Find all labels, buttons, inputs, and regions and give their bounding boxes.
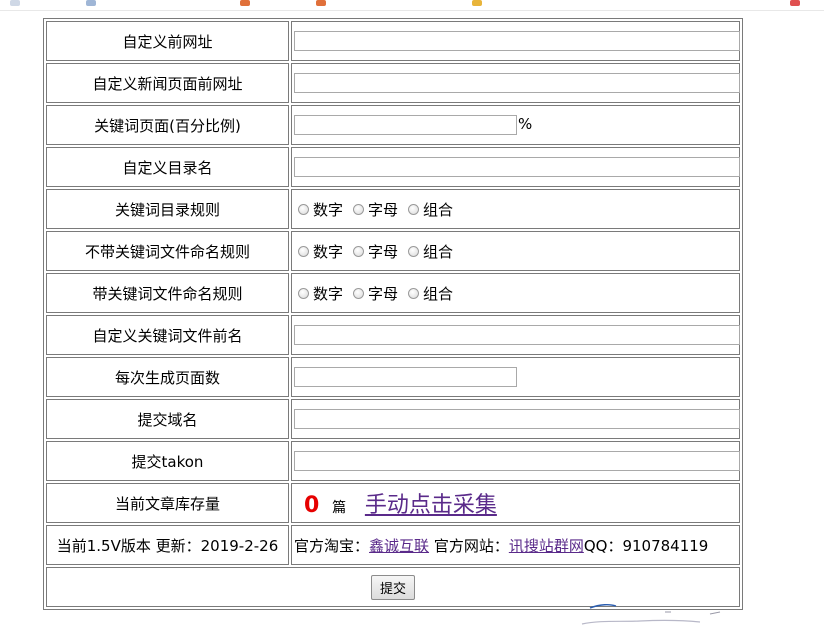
article-unit: 篇 xyxy=(332,500,347,516)
official-links: 官方淘宝：鑫诚互联 官方网站：讯搜站群网QQ：910784119 xyxy=(291,525,740,565)
radio-option[interactable]: 组合 xyxy=(408,283,453,304)
stock-row: 当前文章库存量 0 篇 手动点击采集 xyxy=(46,483,740,523)
field-label: 提交takon xyxy=(46,441,289,481)
browser-bookmark-bar xyxy=(0,0,824,11)
site-label: 官方网站： xyxy=(433,536,509,555)
qq-text: QQ：910784119 xyxy=(583,536,709,555)
radio-label: 字母 xyxy=(368,284,399,303)
field-label: 关键词目录规则 xyxy=(46,189,289,229)
radio-option[interactable]: 数字 xyxy=(298,199,343,220)
field-label: 提交域名 xyxy=(46,399,289,439)
field-label: 关键词页面(百分比例) xyxy=(46,105,289,145)
field-label: 自定义目录名 xyxy=(46,147,289,187)
radio-option[interactable]: 字母 xyxy=(353,199,398,220)
form-row: 自定义关键词文件前名 xyxy=(46,315,740,355)
bookmark-icon[interactable] xyxy=(472,0,482,6)
radio-label: 数字 xyxy=(313,284,344,303)
form-row: 关键词目录规则 数字 字母 组合 xyxy=(46,189,740,229)
form-row: 自定义目录名 xyxy=(46,147,740,187)
radio-button[interactable] xyxy=(353,245,365,257)
form-row: 每次生成页面数 xyxy=(46,357,740,397)
radio-button[interactable] xyxy=(298,287,309,299)
field-label: 不带关键词文件命名规则 xyxy=(46,231,289,271)
article-count: 0 xyxy=(304,493,320,518)
radio-label: 字母 xyxy=(368,200,399,219)
form-row: 提交takon xyxy=(46,441,740,481)
radio-button[interactable] xyxy=(353,203,365,215)
radio-option[interactable]: 组合 xyxy=(408,241,453,262)
bookmark-icon[interactable] xyxy=(240,0,250,6)
radio-label: 字母 xyxy=(368,242,399,261)
updated-text: 更新：2019-2-26 xyxy=(155,536,279,555)
radio-option[interactable]: 数字 xyxy=(298,283,343,304)
info-row: 当前1.5V版本 更新：2019-2-26 官方淘宝：鑫诚互联 官方网站：讯搜站… xyxy=(46,525,740,565)
form-row: 自定义前网址 xyxy=(46,21,740,61)
radio-button[interactable] xyxy=(408,203,420,215)
radio-option[interactable]: 字母 xyxy=(353,241,398,262)
text-input[interactable] xyxy=(294,157,740,177)
radio-option[interactable]: 数字 xyxy=(298,241,343,262)
text-input[interactable] xyxy=(294,325,740,345)
form-row: 关键词页面(百分比例)% xyxy=(46,105,740,145)
bookmark-icon[interactable] xyxy=(316,0,326,6)
radio-label: 组合 xyxy=(423,200,454,219)
version-text: 当前1.5V版本 xyxy=(56,536,151,555)
version-info: 当前1.5V版本 更新：2019-2-26 xyxy=(46,525,289,565)
taobao-label: 官方淘宝： xyxy=(294,536,370,555)
bookmark-icon[interactable] xyxy=(10,0,20,6)
submit-button[interactable]: 提交 xyxy=(370,574,415,600)
radio-label: 数字 xyxy=(313,200,344,219)
field-label: 带关键词文件命名规则 xyxy=(46,273,289,313)
radio-button[interactable] xyxy=(298,245,309,257)
text-input[interactable] xyxy=(294,73,740,93)
radio-label: 组合 xyxy=(423,284,454,303)
settings-table: 自定义前网址 自定义新闻页面前网址 关键词页面(百分比例)% 自定义目录名 关键词目录规… xyxy=(44,19,742,609)
field-label: 每次生成页面数 xyxy=(46,357,289,397)
stock-label: 当前文章库存量 xyxy=(46,483,289,523)
radio-button[interactable] xyxy=(408,287,420,299)
handwritten-mark xyxy=(581,603,721,625)
manual-collect-link[interactable]: 手动点击采集 xyxy=(365,493,497,518)
form-row: 提交域名 xyxy=(46,399,740,439)
text-input[interactable] xyxy=(294,451,740,471)
radio-option[interactable]: 字母 xyxy=(353,283,398,304)
text-input[interactable] xyxy=(294,409,740,429)
bookmark-icon[interactable] xyxy=(86,0,96,6)
radio-button[interactable] xyxy=(408,245,420,257)
radio-button[interactable] xyxy=(298,203,309,215)
field-label: 自定义新闻页面前网址 xyxy=(46,63,289,103)
percent-suffix: % xyxy=(518,115,533,133)
site-link[interactable]: 讯搜站群网 xyxy=(509,537,584,555)
radio-button[interactable] xyxy=(353,287,365,299)
radio-label: 数字 xyxy=(313,242,344,261)
radio-group: 数字 字母 组合 xyxy=(294,241,737,262)
text-input[interactable] xyxy=(294,115,517,135)
form-row: 自定义新闻页面前网址 xyxy=(46,63,740,103)
radio-group: 数字 字母 组合 xyxy=(294,283,737,304)
bookmark-icon[interactable] xyxy=(790,0,800,6)
form-row: 不带关键词文件命名规则 数字 字母 组合 xyxy=(46,231,740,271)
field-label: 自定义关键词文件前名 xyxy=(46,315,289,355)
text-input[interactable] xyxy=(294,31,740,51)
form-row: 带关键词文件命名规则 数字 字母 组合 xyxy=(46,273,740,313)
radio-option[interactable]: 组合 xyxy=(408,199,453,220)
text-input[interactable] xyxy=(294,367,517,387)
settings-form: 自定义前网址 自定义新闻页面前网址 关键词页面(百分比例)% 自定义目录名 关键词目录规… xyxy=(43,18,743,610)
taobao-link[interactable]: 鑫诚互联 xyxy=(369,537,429,555)
radio-label: 组合 xyxy=(423,242,454,261)
radio-group: 数字 字母 组合 xyxy=(294,199,737,220)
field-label: 自定义前网址 xyxy=(46,21,289,61)
